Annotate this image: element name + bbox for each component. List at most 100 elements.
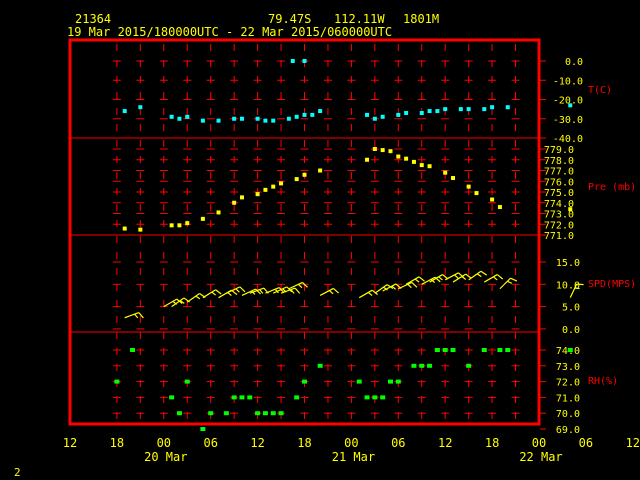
- rh-panel-label: RH(%): [588, 376, 618, 387]
- wind-barb-flag: [418, 276, 425, 282]
- wind-barb-flag: [476, 273, 482, 278]
- pressure-point: [216, 210, 221, 215]
- temp-tick-label: -30.0: [553, 115, 583, 126]
- pressure-tick-label: 771.0: [544, 231, 574, 242]
- temperature-point: [290, 59, 295, 63]
- rh-point: [184, 379, 190, 384]
- temperature-point: [302, 59, 307, 63]
- pressure-tick-label: 773.0: [544, 210, 574, 221]
- temp-panel-label: T(C): [588, 85, 612, 96]
- rh-point: [372, 395, 378, 400]
- wind-tick-label: 0.0: [562, 325, 580, 336]
- meteogram: 21364 79.47S 112.11W 1801M 19 Mar 2015/1…: [14, 12, 640, 479]
- x-hour-label: 18: [485, 436, 499, 450]
- wind-barb-flag: [438, 276, 443, 281]
- rh-point: [427, 363, 433, 368]
- temperature-point: [365, 112, 370, 117]
- temperature-point: [318, 109, 323, 114]
- wind-barb-flag: [235, 288, 240, 293]
- rh-point: [411, 363, 417, 368]
- pressure-point: [474, 191, 479, 196]
- temperature-point: [302, 112, 307, 117]
- wind-barb-flag: [211, 291, 217, 296]
- wind-barb-flag: [480, 270, 488, 276]
- wind-barb: [483, 274, 504, 283]
- rh-point: [387, 379, 393, 384]
- temperature-point: [419, 110, 424, 115]
- wind-barb-flag: [407, 283, 412, 289]
- pressure-point: [365, 157, 370, 162]
- wind-tick-label: 10.0: [556, 280, 580, 291]
- pressure-point: [466, 184, 471, 189]
- pressure-point: [122, 226, 127, 231]
- rh-point: [481, 348, 487, 352]
- temperature-point: [490, 105, 495, 110]
- rh-point: [262, 411, 268, 416]
- pressure-point: [294, 177, 299, 182]
- x-day-label: 20 Mar: [144, 450, 187, 464]
- wind-barb: [374, 284, 394, 294]
- x-hour-label: 12: [63, 436, 77, 450]
- pressure-tick-label: 778.0: [544, 156, 574, 167]
- pressure-point: [388, 149, 393, 154]
- x-hour-label: 12: [438, 436, 452, 450]
- rh-point: [380, 395, 386, 400]
- temperature-point: [263, 118, 268, 123]
- x-hour-label: 00: [157, 436, 171, 450]
- wind-barb-flag: [507, 280, 513, 284]
- temperature-point: [177, 116, 182, 121]
- station-longitude: 112.11W: [334, 12, 385, 26]
- rh-point: [200, 427, 206, 431]
- wind-barb: [358, 289, 379, 299]
- x-day-label: 22 Mar: [519, 450, 562, 464]
- wind-barb: [319, 287, 340, 296]
- pressure-point: [404, 156, 409, 161]
- pressure-tick-label: 772.0: [544, 220, 574, 231]
- temperature-point: [443, 107, 448, 112]
- rh-point: [466, 363, 472, 368]
- x-day-label: 21 Mar: [332, 450, 375, 464]
- pressure-point: [279, 181, 284, 186]
- temp-tick-label: 0.0: [565, 57, 583, 68]
- wind-barb-flag: [239, 286, 246, 293]
- wind-barb-flag: [138, 312, 144, 319]
- temperature-point: [505, 105, 510, 110]
- wind-barb-flag: [367, 291, 373, 296]
- wind-tick-label: 15.0: [556, 258, 580, 269]
- rh-point: [231, 395, 237, 400]
- station-elevation: 1801M: [403, 12, 439, 26]
- pressure-tick-label: 779.0: [544, 145, 574, 156]
- wind-barb: [405, 276, 425, 285]
- rh-point: [255, 411, 261, 416]
- temperature-point: [286, 116, 291, 121]
- temperature-point: [232, 116, 237, 121]
- station-latitude: 79.47S: [268, 12, 311, 26]
- wind-barb-flag: [332, 287, 340, 294]
- wind-barb-flag: [294, 287, 301, 294]
- wind-barb-flag: [510, 277, 518, 282]
- x-hour-label: 06: [203, 436, 217, 450]
- x-hour-label: 12: [626, 436, 640, 450]
- wind-barb-flag: [215, 289, 222, 295]
- temperature-point: [482, 107, 487, 112]
- rh-point: [270, 411, 276, 416]
- rh-point: [317, 363, 323, 368]
- temperature-point: [185, 114, 190, 119]
- temperature-point: [404, 110, 409, 115]
- pressure-point: [177, 223, 182, 228]
- station-id: 21364: [75, 12, 111, 26]
- rh-point: [497, 348, 503, 352]
- pressure-point: [427, 164, 432, 169]
- temp-tick-label: -20.0: [553, 96, 583, 107]
- pressure-point: [396, 154, 401, 159]
- temperature-point: [396, 112, 401, 117]
- pressure-point: [411, 159, 416, 164]
- pressure-point: [239, 195, 244, 200]
- rh-point: [419, 363, 425, 368]
- temperature-point: [271, 118, 276, 123]
- rh-point: [356, 379, 362, 384]
- x-hour-label: 00: [344, 436, 358, 450]
- temperature-point: [380, 114, 385, 119]
- pressure-point: [302, 172, 307, 177]
- wind-barb-flag: [411, 281, 418, 288]
